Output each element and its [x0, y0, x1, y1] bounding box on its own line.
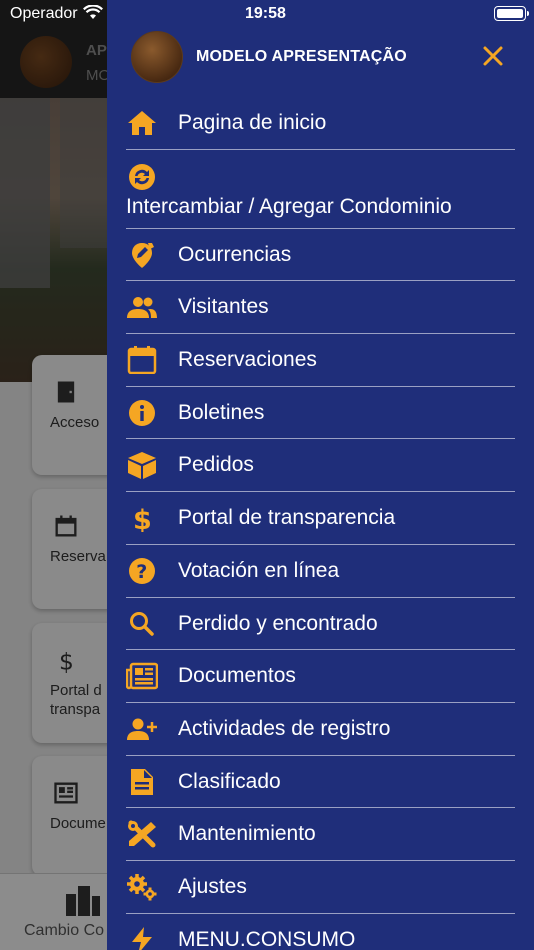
- menu-item-orders[interactable]: Pedidos: [126, 439, 515, 493]
- menu-item-label: Visitantes: [178, 295, 269, 319]
- carrier-label: Operador: [10, 5, 78, 22]
- menu-item-label: Ocurrencias: [178, 242, 292, 266]
- bolt-icon: [126, 926, 158, 950]
- svg-text:$: $: [133, 505, 152, 532]
- menu-item-home[interactable]: Pagina de inicio: [126, 97, 515, 150]
- info-icon: [126, 399, 158, 427]
- menu-item-online-voting[interactable]: ? Votación en línea: [126, 545, 515, 598]
- menu-item-label: Actividades de registro: [178, 716, 391, 740]
- menu-item-consumption[interactable]: MENU.CONSUMO: [126, 914, 515, 950]
- menu-item-switch-condo[interactable]: Intercambiar / Agregar Condominio: [126, 150, 515, 229]
- menu-item-maintenance[interactable]: Mantenimiento: [126, 808, 515, 861]
- menu-item-settings[interactable]: Ajustes: [126, 861, 515, 914]
- avatar: [131, 31, 183, 83]
- gears-icon: [126, 873, 158, 901]
- menu-item-label: Documentos: [178, 664, 296, 688]
- menu-item-label: Perdido y encontrado: [178, 611, 378, 635]
- close-icon[interactable]: [481, 44, 505, 68]
- menu-item-label: Pagina de inicio: [178, 111, 327, 134]
- menu-item-occurrences[interactable]: Ocurrencias: [126, 229, 515, 282]
- dollar-icon: $: [126, 504, 158, 532]
- menu-item-label: Ajustes: [178, 874, 247, 898]
- package-icon: [126, 451, 158, 480]
- search-icon: [126, 610, 158, 638]
- help-icon: ?: [126, 557, 158, 585]
- swap-icon: [126, 163, 158, 191]
- document-icon: [126, 768, 158, 796]
- menu-item-reservations[interactable]: Reservaciones: [126, 334, 515, 387]
- wifi-icon: [83, 5, 103, 19]
- svg-text:?: ?: [136, 561, 147, 583]
- add-person-icon: [126, 715, 158, 743]
- menu-item-label: Portal de transparencia: [178, 506, 396, 530]
- edit-tag-icon: [126, 241, 158, 269]
- menu-item-label: Intercambiar / Agregar Condominio: [126, 194, 452, 218]
- home-icon: [126, 109, 158, 137]
- menu-item-label: Clasificado: [178, 769, 281, 793]
- menu-item-registration-activities[interactable]: Actividades de registro: [126, 703, 515, 756]
- menu-item-documents[interactable]: Documentos: [126, 650, 515, 703]
- menu-item-label: Mantenimiento: [178, 822, 316, 846]
- battery-icon: [494, 6, 529, 21]
- menu-item-visitors[interactable]: Visitantes: [126, 281, 515, 335]
- status-bar: Operador 19:58: [0, 0, 534, 30]
- menu-item-lost-and-found[interactable]: Perdido y encontrado: [126, 598, 515, 651]
- menu-item-label: Pedidos: [178, 453, 254, 477]
- navigation-drawer: MODELO APRESENTAÇÃO Pagina de inicio Int…: [107, 0, 534, 950]
- menu-item-label: Boletines: [178, 400, 265, 424]
- drawer-menu: Pagina de inicio Intercambiar / Agregar …: [126, 97, 515, 950]
- menu-item-classified[interactable]: Clasificado: [126, 756, 515, 809]
- menu-item-transparency-portal[interactable]: $ Portal de transparencia: [126, 492, 515, 545]
- menu-item-label: Reservaciones: [178, 348, 317, 372]
- menu-item-label: Votación en línea: [178, 558, 340, 582]
- status-time: 19:58: [245, 5, 286, 22]
- people-icon: [126, 293, 158, 321]
- drawer-title: MODELO APRESENTAÇÃO: [196, 48, 407, 65]
- newspaper-icon: [126, 662, 158, 690]
- menu-item-label: MENU.CONSUMO: [178, 927, 356, 950]
- tools-icon: [126, 820, 158, 848]
- menu-item-bulletins[interactable]: Boletines: [126, 387, 515, 440]
- calendar-icon: [126, 346, 158, 375]
